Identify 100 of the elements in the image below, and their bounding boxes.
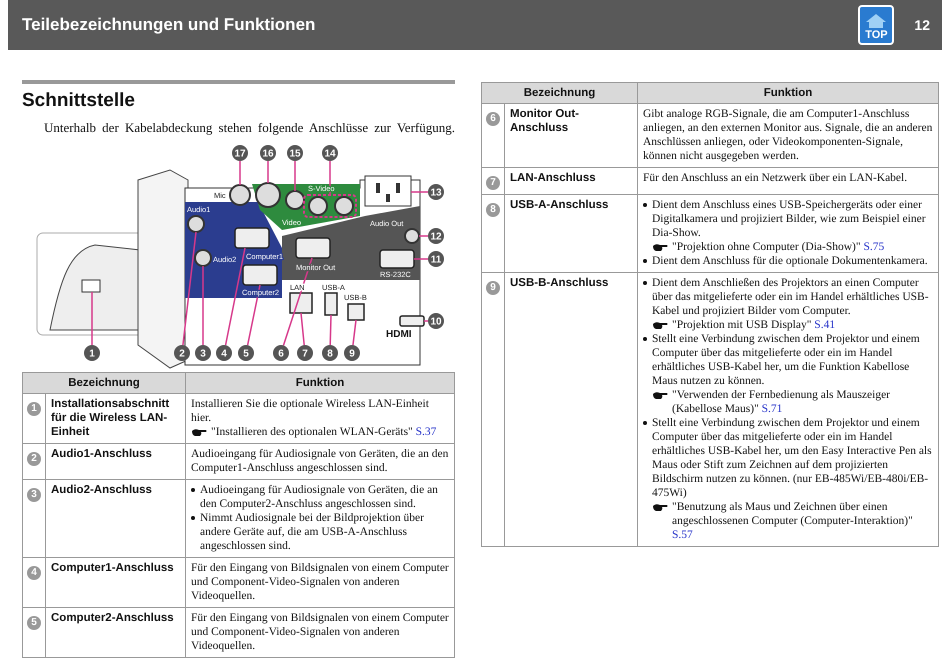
- leader-line: [329, 314, 332, 346]
- column-header: Funktion: [186, 372, 454, 394]
- function-text: Stellt eine Verbindung zwischen dem Projektor und einem Computer über das mitgelieferte oder ein im Handel erhältliches USB-Kabel her, um die Funktion Kabellose Maus nutzen zu können.: [652, 332, 921, 388]
- function-text: Für den Eingang von Bildsignalen von einem Computer und Component-Video-Signalen von anderen Videoquellen.: [191, 561, 449, 603]
- table-cell: Computer1-Anschluss: [46, 558, 186, 608]
- pointing-hand-icon: [652, 243, 668, 252]
- page-number: 12: [914, 17, 930, 33]
- callout-number: 12: [428, 228, 444, 244]
- table-cell: USB-A-Anschluss: [504, 194, 638, 272]
- leader-line: [414, 258, 428, 260]
- intro-text: Unterhalb der Kabelabdeckung stehen folgende Anschlüsse zur Verfügung.: [44, 120, 455, 136]
- page-link[interactable]: S.37: [416, 426, 436, 438]
- bullet-icon: [643, 337, 647, 341]
- callout-number: 8: [322, 345, 338, 361]
- bullet-icon: [643, 203, 647, 207]
- page-link[interactable]: S.57: [672, 529, 693, 541]
- table-cell: USB-B-Anschluss: [504, 272, 638, 546]
- function-text: Audioeingang für Audiosignale von Geräten, die an den Computer2-Anschluss angeschlossen sind.: [200, 483, 439, 511]
- power-socket: [364, 176, 412, 206]
- table-cell: Monitor Out-Anschluss: [504, 104, 638, 168]
- bullet-icon: [191, 516, 195, 520]
- top-button[interactable]: TOP: [858, 5, 894, 45]
- page-link[interactable]: S.71: [762, 403, 782, 415]
- jack-socket: [404, 228, 420, 244]
- jack-socket: [194, 249, 212, 267]
- callout-number: 5: [238, 345, 254, 361]
- leader-line: [424, 320, 428, 322]
- callout-number: 13: [428, 184, 444, 200]
- callout-number: 2: [174, 345, 190, 361]
- jack-socket: [187, 215, 205, 233]
- port-label: HDMI: [386, 329, 412, 340]
- callout-number: 1: [27, 402, 41, 416]
- column-header: Funktion: [638, 82, 938, 104]
- function-text: Dient dem Anschluss für die optionale Dokumentenkamera.: [652, 254, 929, 268]
- reference-text: "Projektion ohne Computer (Dia-Show)" S.75: [672, 240, 884, 254]
- table-cell: LAN-Anschluss: [504, 168, 638, 194]
- callout-number: 3: [195, 345, 211, 361]
- callout-number: 11: [428, 251, 444, 267]
- reference-text: "Benutzung als Maus und Zeichnen über einen angeschlossenen Computer (Computer-Interaktion)" S.57: [672, 500, 914, 542]
- callout-number: 6: [273, 345, 289, 361]
- callout-number: 3: [27, 488, 41, 502]
- callout-number: 10: [428, 313, 444, 329]
- bullet-icon: [643, 421, 647, 425]
- table-cell: Installationsabschnitt für die Wireless LAN-Einheit: [46, 394, 186, 444]
- d-sub-connector: [295, 237, 331, 259]
- function-text: Gibt analoge RGB-Signale, die am Computer1-Anschluss anliegen, an den externen Monitor aus. Signale, die an anderen Anschlüssen anliegen, oder Videokomponenten-Signale, können nicht ausgegeben werden.: [643, 107, 933, 163]
- table-cell: Computer2-Anschluss: [46, 608, 186, 658]
- pointing-hand-icon: [652, 321, 668, 330]
- d-sub-connector: [242, 264, 278, 286]
- callout-number: 15: [287, 145, 303, 161]
- callout-number: 9: [344, 345, 360, 361]
- bullet-icon: [643, 259, 647, 263]
- leader-line: [267, 161, 269, 183]
- reference-text: "Installieren des optionalen WLAN-Geräts" S.37: [211, 425, 436, 439]
- function-text: Für den Anschluss an ein Netzwerk über ein LAN-Kabel.: [643, 171, 908, 185]
- d-sub-connector: [379, 249, 415, 269]
- jack-socket: [229, 184, 251, 206]
- table-cell: Audio1-Anschluss: [46, 444, 186, 480]
- function-text: Audioeingang für Audiosignale von Geräten, die an den Computer1-Anschluss angeschlossen sind.: [191, 447, 449, 475]
- function-text: Stellt eine Verbindung zwischen dem Projektor und einem Computer über das mitgelieferte oder ein im Handel erhältliches USB-Kabel her, um den Easy Interactive Pen als Maus oder Stift zum Zeichnen auf dem projizierten Bildschirm nutzen zu können. (nur EB-485Wi/EB-480i/EB-475Wi): [652, 416, 933, 500]
- column-header: Bezeichnung: [482, 82, 638, 104]
- page-link[interactable]: S.75: [863, 241, 884, 253]
- table-cell: Audio2-Anschluss: [46, 480, 186, 558]
- section-heading: Schnittstelle: [22, 90, 136, 112]
- callout-number: 17: [232, 145, 248, 161]
- callout-number: 1: [84, 345, 100, 361]
- pointing-hand-icon: [652, 503, 668, 512]
- pointing-hand-icon: [191, 428, 207, 437]
- usb-port: [347, 303, 365, 321]
- callout-number: 14: [322, 145, 338, 161]
- chapter-title: Teilebezeichnungen und Funktionen: [22, 15, 316, 35]
- column-header: Bezeichnung: [22, 372, 186, 394]
- leader-line: [419, 235, 428, 237]
- lan-port: [289, 292, 313, 314]
- callout-number: 6: [486, 112, 500, 126]
- jack-socket: [334, 196, 354, 216]
- house-icon: [865, 13, 888, 29]
- callout-number: 16: [260, 145, 276, 161]
- function-text: Dient dem Anschließen des Projektors an einen Computer über das mitgelieferte oder ein im Handel erhältliches USB-Kabel und projiziert Bilder vom Computer.: [652, 276, 930, 318]
- callout-number: 4: [27, 566, 41, 580]
- function-text: Dient dem Anschluss eines USB-Speichergeräts oder einer Digitalkamera und projiziert Bilder, wie zum Beispiel einer Dia-Show.: [652, 198, 927, 240]
- callout-number: 2: [27, 452, 41, 466]
- leader-line: [352, 320, 357, 346]
- d-sub-connector: [234, 227, 270, 249]
- callout-number: 8: [486, 203, 500, 217]
- function-text: Für den Eingang von Bildsignalen von einem Computer und Component-Video-Signalen von anderen Videoquellen.: [191, 611, 449, 653]
- bullet-icon: [191, 488, 195, 492]
- leader-line: [91, 292, 93, 345]
- hdmi-port: [399, 315, 425, 327]
- highlight-frame: [303, 194, 357, 218]
- reference-text: "Projektion mit USB Display" S.41: [672, 318, 836, 332]
- leader-line: [294, 161, 296, 191]
- callout-number: 9: [486, 281, 500, 295]
- page-link[interactable]: S.41: [814, 319, 836, 331]
- callout-number: 5: [27, 616, 41, 630]
- leader-line: [329, 161, 331, 195]
- function-text: Installieren Sie die optionale Wireless LAN-Einheit hier.: [191, 397, 430, 425]
- callout-number: 4: [216, 345, 232, 361]
- jack-socket: [308, 196, 328, 216]
- pointing-hand-icon: [652, 391, 668, 400]
